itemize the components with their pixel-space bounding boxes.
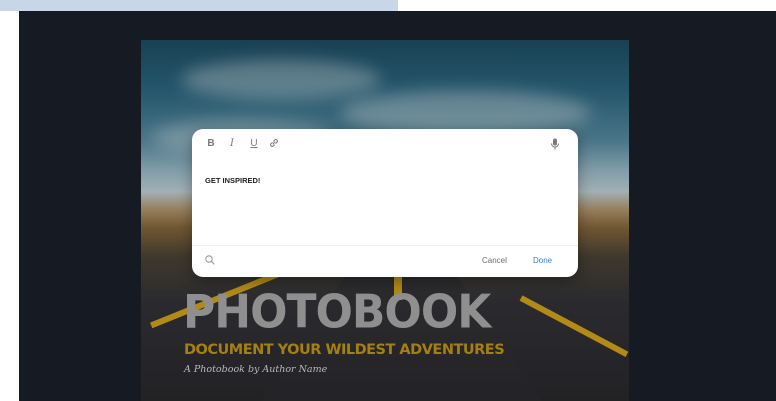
italic-icon[interactable]: I	[224, 137, 240, 151]
cover-byline[interactable]: A Photobook by Author Name	[184, 364, 327, 375]
search-icon[interactable]	[204, 254, 218, 268]
link-icon[interactable]	[268, 137, 284, 151]
cover-title[interactable]: PHOTOBOOK	[183, 286, 491, 340]
text-input[interactable]: GET INSPIRED!	[205, 176, 260, 185]
cancel-button[interactable]: Cancel	[482, 256, 507, 265]
microphone-icon[interactable]	[549, 137, 565, 151]
underline-icon[interactable]: U	[246, 137, 262, 151]
format-toolbar: B I U	[192, 129, 578, 159]
text-edit-dialog: B I U GET INSPIRED! Cancel Done	[192, 129, 578, 277]
bold-icon[interactable]: B	[203, 137, 219, 151]
top-strip	[0, 0, 398, 11]
cover-subtitle[interactable]: DOCUMENT YOUR WILDEST ADVENTURES	[184, 342, 505, 358]
dialog-footer: Cancel Done	[192, 245, 578, 277]
done-button[interactable]: Done	[533, 256, 552, 265]
